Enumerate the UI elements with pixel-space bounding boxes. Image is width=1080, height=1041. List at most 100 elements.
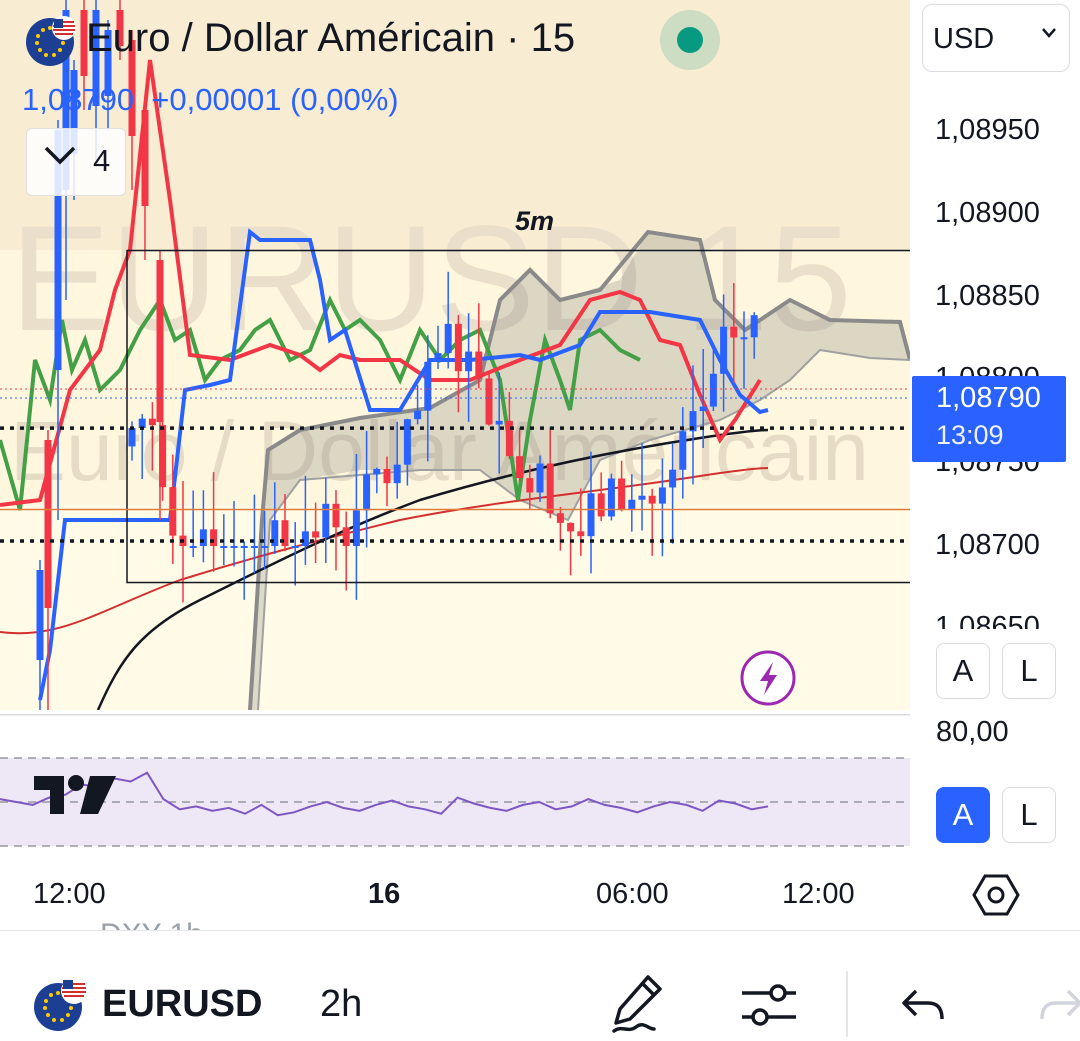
- time-tick: 12:00: [782, 878, 855, 910]
- auto-scale-button[interactable]: A: [936, 643, 990, 699]
- chart-pane[interactable]: EURUSD 15 Euro / Dollar Américain 5m Eur…: [0, 0, 910, 710]
- candle-body: [669, 469, 677, 488]
- candle-body: [730, 326, 738, 338]
- drawing-pencil-icon[interactable]: [608, 971, 668, 1035]
- candle-body: [454, 323, 462, 372]
- candle-body: [291, 546, 299, 548]
- interval-button[interactable]: 2h: [320, 983, 362, 1026]
- chevron-down-icon: [44, 146, 76, 165]
- candle-body: [261, 546, 269, 548]
- time-tick-day: 16: [368, 878, 401, 910]
- time-tick: 12:00: [33, 878, 106, 910]
- rsi-chart[interactable]: [0, 712, 910, 850]
- redo-icon[interactable]: [1040, 987, 1080, 1023]
- indicator-settings-sliders-icon[interactable]: [740, 979, 798, 1031]
- candle-body: [709, 373, 717, 407]
- last-price-badge: 1,08790 13:09: [912, 376, 1066, 462]
- candle-body: [505, 420, 513, 457]
- candle-body: [312, 531, 320, 538]
- rsi-log-scale-button[interactable]: L: [1002, 787, 1056, 843]
- candle-body: [424, 361, 432, 411]
- market-open-status-icon: [660, 10, 720, 70]
- candle-body: [638, 495, 646, 500]
- candle-body: [393, 464, 401, 484]
- eur-usd-flag-icon[interactable]: [32, 975, 90, 1033]
- candle-body: [597, 493, 605, 517]
- bar-countdown: 13:09: [936, 420, 1004, 450]
- candle-body: [567, 522, 575, 532]
- candle-body: [199, 529, 207, 546]
- lightning-bolt-icon[interactable]: [740, 650, 798, 708]
- eur-usd-flag-icon: [26, 16, 76, 66]
- candle-body: [230, 546, 238, 548]
- rsi-pane[interactable]: [0, 712, 910, 850]
- candle-body: [220, 546, 228, 548]
- candle-body: [363, 474, 371, 511]
- candle-body: [485, 378, 493, 425]
- candle-body: [526, 478, 534, 493]
- candle-body: [189, 546, 197, 548]
- bottom-toolbar: EURUSD 2h: [0, 930, 1080, 1041]
- price-axis[interactable]: 1,08950 1,08900 1,08850 1,08800 1,08750 …: [910, 0, 1080, 710]
- indicators-toggle-button[interactable]: 4: [26, 128, 126, 196]
- rsi-upper-label: 80,00: [936, 716, 1009, 748]
- candle-body: [536, 463, 544, 493]
- price-quote: 1,08790 +0,00001 (0,00%): [22, 82, 399, 118]
- candle-body: [169, 487, 177, 536]
- candle-body: [250, 546, 258, 548]
- candle-body: [373, 468, 381, 475]
- candle-body: [658, 487, 666, 504]
- chevron-down-icon: [1042, 28, 1056, 38]
- candle-body: [210, 529, 218, 546]
- candle-body: [577, 531, 585, 537]
- symbol-title[interactable]: Euro / Dollar Américain · 15: [86, 16, 575, 61]
- price-change: +0,00001 (0,00%): [151, 82, 399, 117]
- candle-body: [516, 456, 524, 479]
- candle-body: [750, 315, 758, 338]
- candle-body: [607, 478, 615, 517]
- candle-body: [628, 499, 636, 510]
- candle-body: [556, 513, 564, 523]
- indicator-count: 4: [93, 143, 111, 178]
- last-price: 1,08790: [22, 82, 135, 117]
- toolbar-divider: [846, 971, 848, 1037]
- price-tick: 1,08950: [935, 114, 1040, 146]
- candle-body: [44, 440, 52, 608]
- price-tick: 1,08900: [935, 197, 1040, 229]
- candle-body: [546, 463, 554, 514]
- candle-body: [740, 337, 748, 340]
- currency-value: USD: [933, 23, 995, 55]
- currency-dropdown[interactable]: USD: [922, 4, 1070, 72]
- candle-body: [141, 110, 149, 206]
- candle-body: [342, 527, 350, 546]
- candle-body: [495, 420, 503, 425]
- chart-settings-icon[interactable]: [972, 872, 1020, 918]
- candle-body: [444, 323, 452, 354]
- price-tick: 1,08850: [935, 280, 1040, 312]
- candle-body: [465, 351, 473, 372]
- candle-body: [332, 503, 340, 528]
- symbol-button[interactable]: EURUSD: [102, 983, 262, 1026]
- price-tick: 1,08700: [935, 529, 1040, 561]
- log-scale-button[interactable]: L: [1002, 643, 1056, 699]
- candle-body: [403, 419, 411, 465]
- undo-icon[interactable]: [900, 987, 948, 1023]
- candle-body: [148, 418, 156, 426]
- candle-body: [720, 326, 728, 374]
- candle-body: [679, 431, 687, 470]
- badge-price: 1,08790: [936, 382, 1041, 414]
- candle-body: [618, 478, 626, 510]
- range-box-label: 5m: [515, 206, 554, 236]
- candle-body: [414, 410, 422, 420]
- price-tick: 1,08650: [935, 611, 1040, 629]
- rsi-auto-scale-button[interactable]: A: [936, 787, 990, 843]
- candle-body: [648, 495, 656, 504]
- candle-body: [128, 428, 136, 447]
- time-tick: 06:00: [596, 878, 669, 910]
- candle-body: [301, 531, 309, 546]
- candle-body: [240, 546, 248, 548]
- tradingview-logo-icon: [34, 775, 116, 814]
- candle-body: [36, 570, 44, 660]
- candle-body: [699, 406, 707, 412]
- candle-body: [383, 468, 391, 484]
